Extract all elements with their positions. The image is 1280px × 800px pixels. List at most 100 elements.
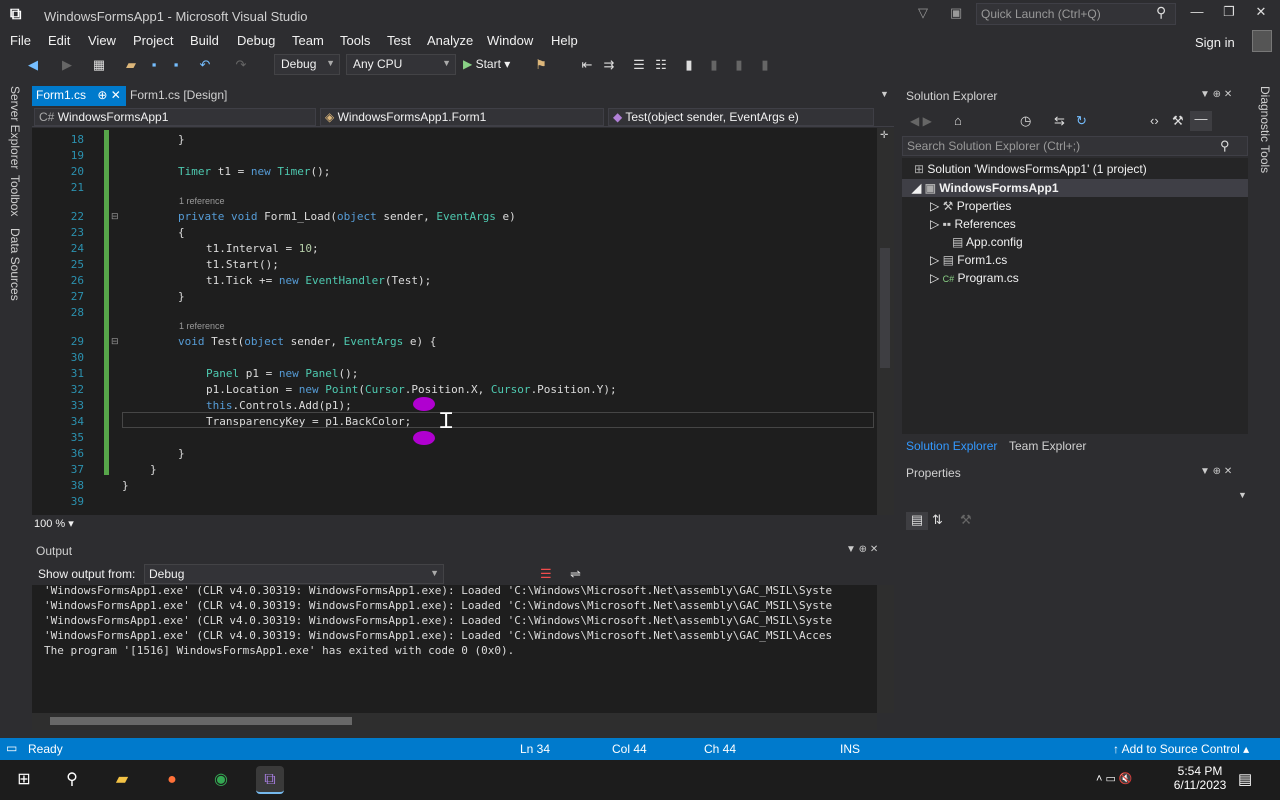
bookmark-icon[interactable]: ▮	[680, 57, 698, 75]
redo-icon[interactable]: ↷	[232, 57, 250, 75]
step-icon[interactable]: ⇤	[578, 57, 596, 75]
filter-icon[interactable]: ▽	[918, 5, 936, 23]
bookmark-clear-icon[interactable]: ▮	[756, 57, 774, 75]
split-icon[interactable]: ✛	[880, 130, 888, 141]
collapse-icon[interactable]: ⊟	[111, 211, 119, 222]
tab-form1-design[interactable]: Form1.cs [Design]	[130, 88, 227, 102]
solution-search-input[interactable]: Search Solution Explorer (Ctrl+;)	[902, 136, 1248, 156]
home-icon[interactable]: ⌂	[954, 113, 962, 128]
scrollbar-thumb[interactable]	[50, 717, 352, 725]
properties-controls-icon[interactable]: ▼ ⊕ ✕	[1200, 466, 1232, 477]
word-wrap-icon[interactable]: ⇌	[570, 566, 581, 582]
output-vertical-scrollbar[interactable]	[877, 585, 894, 713]
code-editor[interactable]	[32, 128, 894, 515]
platform-dropdown[interactable]: Any CPU ▼	[346, 54, 456, 75]
close-button[interactable]: ✕	[1246, 4, 1276, 26]
collapse-all-icon[interactable]: —	[1190, 111, 1212, 131]
tree-item-program[interactable]: ▷ C# Program.cs	[930, 271, 1019, 285]
reference-count[interactable]: 1 reference	[179, 196, 225, 206]
bookmark-prev-icon[interactable]: ▮	[705, 57, 723, 75]
add-to-source-control-button[interactable]: ↑ Add to Source Control ▴	[1113, 742, 1249, 756]
tree-item-app-config[interactable]: ▤ App.config	[952, 235, 1023, 249]
member-dropdown[interactable]: ◆ Test(object sender, EventArgs e)	[608, 108, 874, 126]
undo-icon[interactable]: ↶	[196, 57, 214, 75]
forward-icon[interactable]: ▶	[58, 57, 76, 75]
close-tab-icon[interactable]: ✕	[111, 88, 121, 102]
uncomment-icon[interactable]: ☷	[652, 57, 670, 75]
menu-project[interactable]: Project	[133, 33, 173, 48]
format-icon[interactable]: ⇉	[600, 57, 618, 75]
project-dropdown[interactable]: C# WindowsFormsApp1	[34, 108, 316, 126]
account-icon[interactable]	[1252, 30, 1272, 52]
menu-debug[interactable]: Debug	[237, 33, 275, 48]
tab-list-icon[interactable]: ▼	[880, 89, 889, 99]
output-menu-icon[interactable]: ▼ ⊕ ✕	[846, 544, 878, 555]
search-icon[interactable]: ⚲	[58, 766, 86, 794]
file-explorer-icon[interactable]: ▰	[108, 766, 136, 794]
new-project-icon[interactable]: ▦	[90, 57, 108, 75]
tree-item-references[interactable]: ▷ ▪▪ References	[930, 217, 1016, 231]
sync-icon[interactable]: ⇆	[1054, 113, 1065, 129]
history-icon[interactable]: ◷	[1020, 113, 1031, 129]
windows-start-icon[interactable]: ⊞	[10, 766, 38, 794]
chrome-icon[interactable]: ◉	[207, 766, 235, 794]
alphabetical-icon[interactable]: ⇅	[932, 512, 943, 528]
feedback-icon[interactable]: ▣	[950, 5, 968, 23]
line-number: 26	[70, 274, 84, 287]
menu-team[interactable]: Team	[292, 33, 324, 48]
zoom-dropdown[interactable]: 100 % ▾	[34, 517, 74, 530]
browse-icon[interactable]: ⚑	[532, 57, 550, 75]
refresh-icon[interactable]: ↻	[1076, 113, 1087, 129]
tree-item-form1[interactable]: ▷ ▤ Form1.cs	[930, 253, 1007, 267]
tab-diagnostic-tools[interactable]: Diagnostic Tools	[1258, 86, 1272, 173]
config-dropdown[interactable]: Debug ▼	[274, 54, 340, 75]
minimize-button[interactable]: —	[1182, 4, 1212, 26]
tree-project[interactable]: ◢ ▣ WindowsFormsApp1	[912, 181, 1059, 195]
reference-count[interactable]: 1 reference	[179, 321, 225, 331]
wrench-icon[interactable]: ⚒	[1172, 113, 1184, 129]
save-all-icon[interactable]: ▪	[167, 57, 185, 75]
categorized-icon[interactable]: ▤	[906, 512, 928, 530]
menu-edit[interactable]: Edit	[48, 33, 70, 48]
search-icon[interactable]: ⚲	[1220, 138, 1230, 154]
tab-solution-explorer[interactable]: Solution Explorer	[906, 439, 997, 453]
tab-form1-cs[interactable]: Form1.cs ⊕ ✕	[32, 86, 126, 106]
sign-in-link[interactable]: Sign in	[1195, 35, 1235, 50]
tab-team-explorer[interactable]: Team Explorer	[1009, 439, 1086, 453]
menu-build[interactable]: Build	[190, 33, 219, 48]
system-tray-icons[interactable]: ˄ ▭ 🔇	[1096, 772, 1133, 785]
back-icon[interactable]: ◀	[24, 57, 42, 75]
clear-all-icon[interactable]: ☰	[540, 566, 552, 582]
menu-help[interactable]: Help	[551, 33, 578, 48]
visual-studio-taskbar-icon[interactable]: ⧉	[256, 766, 284, 794]
object-dropdown-icon[interactable]: ▼	[1238, 490, 1247, 500]
taskbar-clock[interactable]: 5:54 PM 6/11/2023	[1170, 764, 1230, 792]
tree-item-properties[interactable]: ▷ ⚒ Properties	[930, 199, 1011, 213]
tree-solution[interactable]: ⊞ Solution 'WindowsFormsApp1' (1 project…	[914, 162, 1147, 176]
save-icon[interactable]: ▪	[145, 57, 163, 75]
quick-launch-input[interactable]: Quick Launch (Ctrl+Q)	[976, 3, 1176, 25]
code-icon[interactable]: ‹›	[1150, 113, 1159, 128]
class-dropdown[interactable]: ◈ WindowsFormsApp1.Form1	[320, 108, 604, 126]
open-icon[interactable]: ▰	[122, 57, 140, 75]
menu-file[interactable]: File	[10, 33, 31, 48]
firefox-icon[interactable]: ●	[158, 766, 186, 794]
solution-explorer-controls-icon[interactable]: ▼ ⊕ ✕	[1200, 89, 1232, 100]
back-icon[interactable]: ◀ ▶	[910, 114, 932, 128]
bookmark-next-icon[interactable]: ▮	[730, 57, 748, 75]
pin-icon[interactable]: ⊕	[97, 88, 107, 102]
menu-analyze[interactable]: Analyze	[427, 33, 473, 48]
property-pages-icon[interactable]: ⚒	[960, 512, 972, 528]
start-button[interactable]: ▶ Start ▾	[463, 57, 510, 71]
output-source-dropdown[interactable]: Debug ▼	[144, 564, 444, 584]
search-icon[interactable]: ⚲	[1156, 4, 1166, 21]
restore-button[interactable]: ❐	[1214, 4, 1244, 26]
menu-test[interactable]: Test	[387, 33, 411, 48]
menu-tools[interactable]: Tools	[340, 33, 370, 48]
collapse-icon[interactable]: ⊟	[111, 336, 119, 347]
notifications-icon[interactable]: ▤	[1238, 770, 1252, 788]
scrollbar-thumb[interactable]	[880, 248, 890, 368]
menu-view[interactable]: View	[88, 33, 116, 48]
menu-window[interactable]: Window	[487, 33, 533, 48]
comment-icon[interactable]: ☰	[630, 57, 648, 75]
